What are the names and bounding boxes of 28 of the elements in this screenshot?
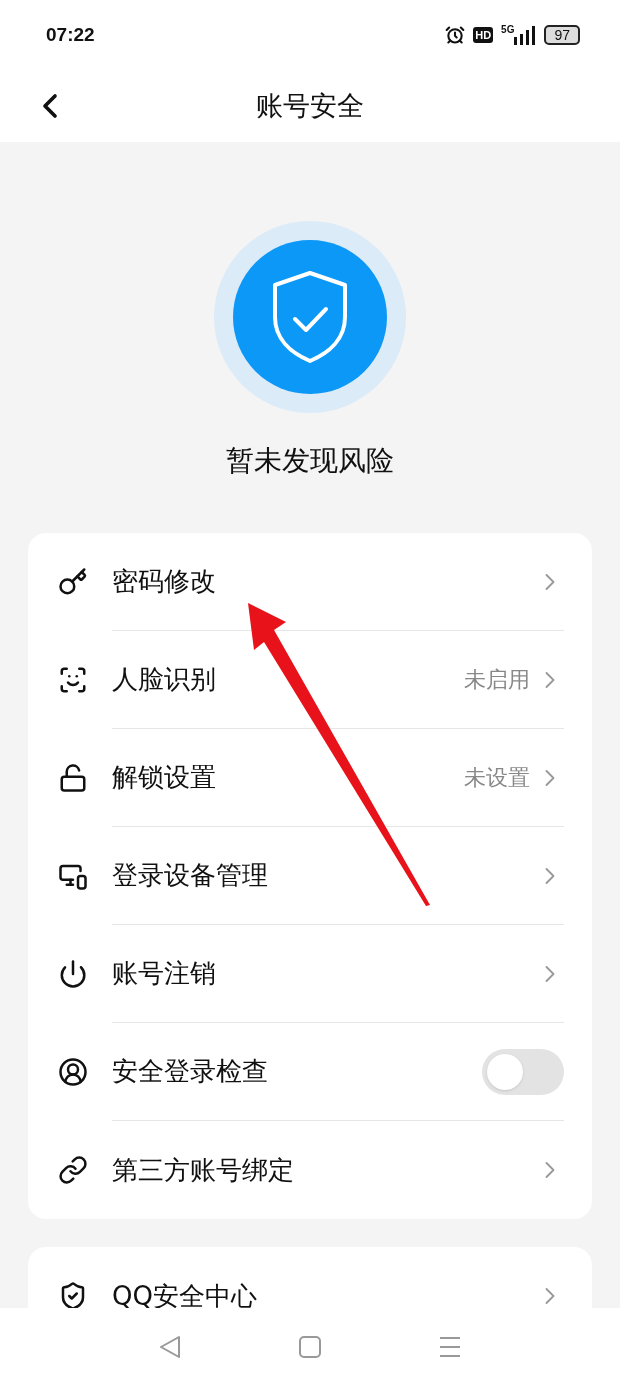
menu-nav-icon[interactable] <box>439 1336 461 1358</box>
setting-label[interactable]: 密码修改 <box>112 562 536 601</box>
link-icon <box>58 1155 88 1185</box>
key-icon <box>58 567 88 597</box>
setting-label[interactable]: QQ安全中心 <box>112 1276 536 1308</box>
unlocked-padlock-icon <box>58 763 88 793</box>
risk-status: 暂未发现风险 <box>226 443 394 479</box>
setting-label[interactable]: 解锁设置 <box>112 758 464 797</box>
alarm-icon <box>445 25 466 45</box>
setting-value: 未启用 <box>464 666 530 694</box>
setting-label[interactable]: 登录设备管理 <box>112 856 536 895</box>
status-time: 07:22 <box>46 22 95 47</box>
toggle-switch[interactable] <box>482 1048 564 1095</box>
face-scan-icon <box>58 665 88 695</box>
page-title: 账号安全 <box>256 88 364 123</box>
hd-badge: HD <box>473 27 494 43</box>
setting-label[interactable]: 第三方账号绑定 <box>112 1150 536 1190</box>
back-nav-icon[interactable] <box>159 1335 181 1359</box>
battery-indicator: 97 <box>544 25 580 45</box>
power-icon <box>58 959 88 989</box>
setting-label[interactable]: 安全登录检查 <box>112 1052 482 1091</box>
setting-label[interactable]: 人脸识别 <box>112 660 464 699</box>
setting-value: 未设置 <box>464 764 530 792</box>
setting-label[interactable]: 账号注销 <box>112 954 536 993</box>
home-nav-icon[interactable] <box>299 1336 321 1358</box>
user-circle-icon <box>58 1057 88 1087</box>
network-label: 5G <box>501 23 515 37</box>
signal-icon <box>514 25 537 45</box>
